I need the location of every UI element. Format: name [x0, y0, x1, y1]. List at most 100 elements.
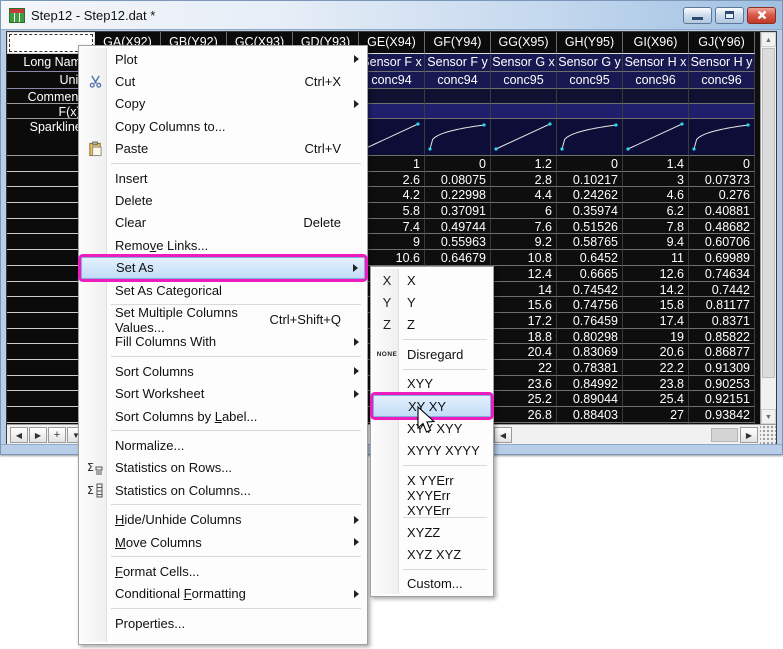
data-cell[interactable]: 23.6: [491, 376, 557, 392]
menu-item-statistics-on-columns[interactable]: ΣStatistics on Columns...: [81, 479, 365, 501]
column-header[interactable]: GF(Y94): [425, 32, 491, 54]
meta-cell[interactable]: [359, 89, 425, 104]
meta-cell[interactable]: [359, 104, 425, 119]
data-cell[interactable]: 0.35974: [557, 203, 623, 219]
data-cell[interactable]: 23.8: [623, 376, 689, 392]
menu-item-normalize[interactable]: Normalize...: [81, 434, 365, 456]
data-cell[interactable]: 0.276: [689, 187, 755, 203]
submenu-item-z[interactable]: ZZ: [373, 314, 491, 336]
meta-cell[interactable]: [689, 104, 755, 119]
meta-cell[interactable]: [491, 104, 557, 119]
data-cell[interactable]: 0.74542: [557, 282, 623, 298]
data-cell[interactable]: 3: [623, 172, 689, 188]
data-cell[interactable]: 9: [359, 234, 425, 250]
data-cell[interactable]: 10.6: [359, 250, 425, 266]
sparkline-cell[interactable]: [425, 119, 491, 156]
meta-cell[interactable]: conc94: [425, 72, 491, 89]
data-cell[interactable]: 7.6: [491, 219, 557, 235]
horizontal-scroll-thumb[interactable]: [711, 428, 738, 442]
meta-cell[interactable]: [623, 104, 689, 119]
data-cell[interactable]: 2.8: [491, 172, 557, 188]
data-cell[interactable]: 0.10217: [557, 172, 623, 188]
menu-item-conditional-formatting[interactable]: Conditional Formatting: [81, 583, 365, 605]
data-cell[interactable]: 0.7442: [689, 282, 755, 298]
data-cell[interactable]: 20.4: [491, 344, 557, 360]
data-cell[interactable]: 0.69989: [689, 250, 755, 266]
data-cell[interactable]: 0: [557, 156, 623, 172]
menu-item-copy-columns-to[interactable]: Copy Columns to...: [81, 115, 365, 137]
meta-cell[interactable]: Sensor H y: [689, 54, 755, 72]
data-cell[interactable]: 17.2: [491, 313, 557, 329]
data-cell[interactable]: 7.8: [623, 219, 689, 235]
meta-cell[interactable]: Sensor H x: [623, 54, 689, 72]
data-cell[interactable]: 0.88403: [557, 407, 623, 423]
submenu-item-disregard[interactable]: NONEDisregard: [373, 343, 491, 365]
submenu-item-custom[interactable]: Custom...: [373, 573, 491, 595]
data-cell[interactable]: 0.83069: [557, 344, 623, 360]
vertical-scroll-thumb[interactable]: [762, 48, 775, 378]
data-cell[interactable]: 0.89044: [557, 391, 623, 407]
data-cell[interactable]: 0.84992: [557, 376, 623, 392]
menu-item-sort-columns-by-label[interactable]: Sort Columns by Label...: [81, 405, 365, 427]
menu-item-clear[interactable]: ClearDelete: [81, 212, 365, 234]
data-cell[interactable]: 0.93842: [689, 407, 755, 423]
data-cell[interactable]: 18.8: [491, 329, 557, 345]
hscroll-left-button[interactable]: ◀: [494, 427, 512, 443]
column-header[interactable]: GJ(Y96): [689, 32, 755, 54]
submenu-item-xyzz[interactable]: XYZZ: [373, 521, 491, 543]
data-cell[interactable]: 15.8: [623, 297, 689, 313]
data-cell[interactable]: 4.6: [623, 187, 689, 203]
submenu-item-y[interactable]: YY: [373, 291, 491, 313]
meta-cell[interactable]: conc94: [359, 72, 425, 89]
column-header[interactable]: GG(X95): [491, 32, 557, 54]
data-cell[interactable]: 0.37091: [425, 203, 491, 219]
meta-cell[interactable]: [425, 89, 491, 104]
sparkline-cell[interactable]: [623, 119, 689, 156]
menu-item-set-as-categorical[interactable]: Set As Categorical: [81, 279, 365, 301]
data-cell[interactable]: 0.6452: [557, 250, 623, 266]
data-cell[interactable]: 1.4: [623, 156, 689, 172]
menu-item-insert[interactable]: Insert: [81, 167, 365, 189]
data-cell[interactable]: 0.81177: [689, 297, 755, 313]
menu-item-hide-unhide-columns[interactable]: Hide/Unhide Columns: [81, 508, 365, 530]
data-cell[interactable]: 0.40881: [689, 203, 755, 219]
data-cell[interactable]: 0.91309: [689, 360, 755, 376]
data-cell[interactable]: 0.85822: [689, 329, 755, 345]
column-header[interactable]: GE(X94): [359, 32, 425, 54]
menu-item-statistics-on-rows[interactable]: ΣStatistics on Rows...: [81, 457, 365, 479]
menu-item-move-columns[interactable]: Move Columns: [81, 531, 365, 553]
data-cell[interactable]: 6.2: [623, 203, 689, 219]
data-cell[interactable]: 0.80298: [557, 329, 623, 345]
meta-cell[interactable]: conc95: [491, 72, 557, 89]
submenu-item-xyz-xyz[interactable]: XYZ XYZ: [373, 543, 491, 565]
sparkline-cell[interactable]: [557, 119, 623, 156]
data-cell[interactable]: 10.8: [491, 250, 557, 266]
data-cell[interactable]: 1: [359, 156, 425, 172]
data-cell[interactable]: 20.6: [623, 344, 689, 360]
data-cell[interactable]: 22.2: [623, 360, 689, 376]
data-cell[interactable]: 0.58765: [557, 234, 623, 250]
menu-item-remove-links[interactable]: Remove Links...: [81, 234, 365, 256]
data-cell[interactable]: 0.78381: [557, 360, 623, 376]
data-cell[interactable]: 22: [491, 360, 557, 376]
data-cell[interactable]: 25.2: [491, 391, 557, 407]
hscroll-right-button[interactable]: ▶: [740, 427, 758, 443]
menu-item-set-as[interactable]: Set As: [81, 257, 365, 279]
menu-item-sort-worksheet[interactable]: Sort Worksheet: [81, 382, 365, 404]
data-cell[interactable]: 12.6: [623, 266, 689, 282]
restore-button[interactable]: [715, 7, 744, 24]
meta-cell[interactable]: [557, 104, 623, 119]
menu-item-fill-columns-with[interactable]: Fill Columns With: [81, 331, 365, 353]
close-button[interactable]: [747, 7, 776, 24]
data-cell[interactable]: 0: [425, 156, 491, 172]
data-cell[interactable]: 4.4: [491, 187, 557, 203]
data-cell[interactable]: 0.49744: [425, 219, 491, 235]
data-cell[interactable]: 0.08075: [425, 172, 491, 188]
submenu-item-xyyy-xyyy[interactable]: XYYY XYYY: [373, 440, 491, 462]
data-cell[interactable]: 27: [623, 407, 689, 423]
submenu-item-xyy[interactable]: XYY: [373, 373, 491, 395]
menu-item-cut[interactable]: CutCtrl+X: [81, 70, 365, 92]
sparkline-cell[interactable]: [491, 119, 557, 156]
meta-cell[interactable]: [557, 89, 623, 104]
data-cell[interactable]: 6: [491, 203, 557, 219]
